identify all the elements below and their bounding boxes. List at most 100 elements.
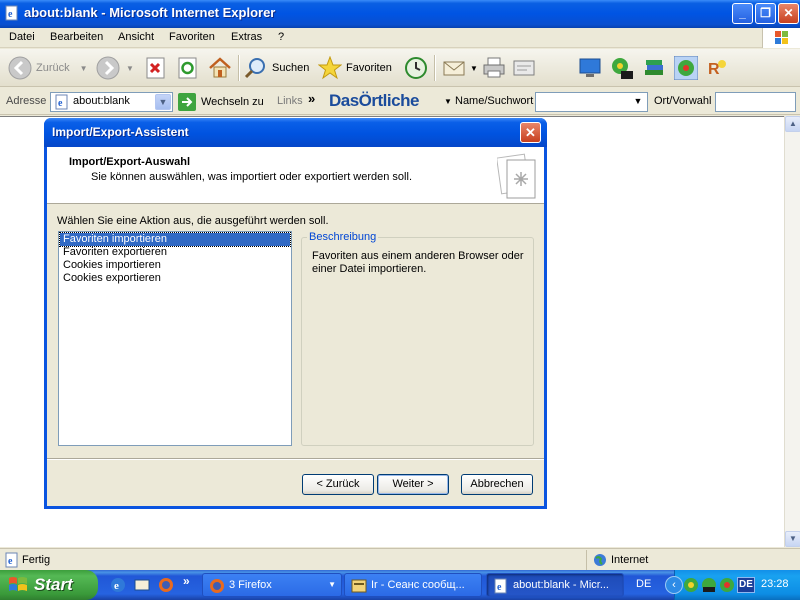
chat-window-icon xyxy=(351,579,367,593)
search-icon xyxy=(244,58,265,79)
menu-ansicht[interactable]: Ansicht xyxy=(118,31,154,43)
scroll-down-icon[interactable]: ▼ xyxy=(785,531,800,547)
toolbar-separator xyxy=(434,55,435,81)
minimize-button[interactable]: _ xyxy=(732,3,753,24)
task-icq-session[interactable]: Ir - Сеанс сообщ... xyxy=(344,573,482,597)
close-window-button[interactable]: ✕ xyxy=(778,3,799,24)
books-button[interactable] xyxy=(642,56,670,80)
menu-favoriten[interactable]: Favoriten xyxy=(169,31,215,43)
favorites-button[interactable]: Favoriten xyxy=(318,56,392,80)
messenger-button[interactable] xyxy=(578,56,606,80)
go-label: Wechseln zu xyxy=(201,96,264,108)
icq-tray-icon[interactable] xyxy=(719,577,735,593)
back-arrow-icon xyxy=(8,56,32,80)
status-divider xyxy=(586,550,587,570)
firefox-icon xyxy=(210,579,224,593)
quicklaunch-firefox-icon[interactable] xyxy=(158,577,174,593)
location-input[interactable] xyxy=(715,92,796,112)
task-ie-about-blank[interactable]: e about:blank - Micr... xyxy=(486,573,624,597)
start-label: Start xyxy=(34,575,73,594)
menu-datei[interactable]: Datei xyxy=(9,31,35,43)
description-text: Favoriten aus einem anderen Browser oder… xyxy=(312,250,524,275)
vertical-scrollbar[interactable]: ▲ ▼ xyxy=(784,116,800,547)
action-cookies-importieren[interactable]: Cookies importieren xyxy=(60,259,290,272)
internet-globe-icon xyxy=(594,554,606,566)
window-titlebar[interactable]: e about:blank - Microsoft Internet Explo… xyxy=(0,0,800,28)
menu-bearbeiten[interactable]: Bearbeiten xyxy=(50,31,103,43)
svg-text:e: e xyxy=(497,582,502,593)
wizard-close-button[interactable]: ✕ xyxy=(520,122,541,143)
task-label: 3 Firefox xyxy=(229,579,272,591)
links-label[interactable]: Links xyxy=(277,95,303,107)
dasoertliche-logo[interactable]: DasÖrtliche xyxy=(329,91,419,111)
system-tray: ‹ DE 23:28 xyxy=(665,570,800,600)
mail-button[interactable]: ▼ xyxy=(442,56,478,80)
cancel-button[interactable]: Abbrechen xyxy=(461,474,533,495)
import-export-wizard: Import/Export-Assistent ✕ Import/Export-… xyxy=(44,118,547,509)
favorites-label: Favoriten xyxy=(346,62,392,74)
go-arrow-icon xyxy=(178,93,196,111)
scroll-up-icon[interactable]: ▲ xyxy=(785,116,800,132)
monitor-icon xyxy=(579,58,601,77)
name-search-dropdown-icon[interactable]: ▼ xyxy=(630,94,646,110)
status-text: Fertig xyxy=(22,554,51,566)
next-button[interactable]: Weiter > xyxy=(377,474,449,495)
home-icon xyxy=(209,57,231,78)
research-icon: R xyxy=(708,60,726,78)
research-button[interactable]: R xyxy=(706,56,734,80)
home-button[interactable] xyxy=(208,56,236,80)
clock[interactable]: 23:28 xyxy=(761,578,789,590)
tray-language[interactable]: DE xyxy=(737,577,755,593)
tray-expand-icon[interactable]: ‹ xyxy=(665,576,683,594)
print-button[interactable] xyxy=(482,56,510,80)
history-button[interactable] xyxy=(404,56,432,80)
language-indicator[interactable]: DE xyxy=(636,578,651,590)
windows-flag-icon xyxy=(9,577,27,591)
links-chevron[interactable]: » xyxy=(308,91,315,106)
icq-flower-tray-icon[interactable] xyxy=(683,577,699,593)
name-search-label: Name/Suchwort xyxy=(455,95,534,107)
forward-button[interactable]: ▼ xyxy=(96,56,134,80)
maximize-button[interactable]: ❐ xyxy=(755,3,776,24)
quicklaunch-outlook-icon[interactable] xyxy=(134,577,150,593)
standard-toolbar: Zurück ▼ ▼ Suchen Favoriten ▼ R xyxy=(0,49,800,87)
svg-text:e: e xyxy=(8,556,13,567)
action-favoriten-exportieren[interactable]: Favoriten exportieren xyxy=(60,246,290,259)
action-listbox[interactable]: Favoriten importieren Favoriten exportie… xyxy=(58,231,292,446)
icq-button[interactable] xyxy=(674,56,702,80)
back-wizard-button[interactable]: < Zurück xyxy=(302,474,374,495)
quicklaunch-ie-icon[interactable]: e xyxy=(110,577,126,593)
back-button[interactable]: Zurück ▼ xyxy=(8,56,88,80)
status-page-icon: e xyxy=(5,552,18,568)
address-label: Adresse xyxy=(6,95,47,107)
task-group-dropdown-icon: ▼ xyxy=(328,580,336,589)
ie-page-icon: e xyxy=(5,5,18,21)
svg-text:e: e xyxy=(8,9,13,20)
icq-pro-button[interactable] xyxy=(610,56,638,80)
refresh-button[interactable] xyxy=(176,56,204,80)
wizard-step-title: Import/Export-Auswahl xyxy=(69,156,191,168)
icq-lite-tray-icon[interactable] xyxy=(701,577,717,593)
wizard-titlebar[interactable]: Import/Export-Assistent ✕ xyxy=(44,118,547,147)
svg-text:e: e xyxy=(58,98,63,109)
mail-dropdown-icon[interactable]: ▼ xyxy=(470,64,478,73)
name-search-input[interactable]: ▼ xyxy=(535,92,648,112)
menu-help[interactable]: ? xyxy=(278,31,284,43)
task-firefox[interactable]: 3 Firefox ▼ xyxy=(202,573,342,597)
address-dropdown-icon[interactable]: ▼ xyxy=(155,94,171,110)
start-button[interactable]: Start xyxy=(0,570,98,600)
go-button[interactable]: Wechseln zu xyxy=(178,93,264,111)
brand-dropdown-icon[interactable]: ▼ xyxy=(444,97,452,106)
stop-button[interactable] xyxy=(144,56,172,80)
action-favoriten-importieren[interactable]: Favoriten importieren xyxy=(59,232,291,247)
back-dropdown-icon[interactable]: ▼ xyxy=(80,64,88,73)
edit-button[interactable] xyxy=(512,56,540,80)
task-label: about:blank - Micr... xyxy=(513,579,609,591)
quicklaunch-chevron[interactable]: » xyxy=(183,574,190,588)
action-cookies-exportieren[interactable]: Cookies exportieren xyxy=(60,272,290,285)
forward-dropdown-icon[interactable]: ▼ xyxy=(126,64,134,73)
search-button[interactable]: Suchen xyxy=(244,56,309,80)
address-url: about:blank xyxy=(73,95,130,107)
address-input[interactable]: e about:blank ▼ xyxy=(50,92,173,112)
menu-extras[interactable]: Extras xyxy=(231,31,262,43)
